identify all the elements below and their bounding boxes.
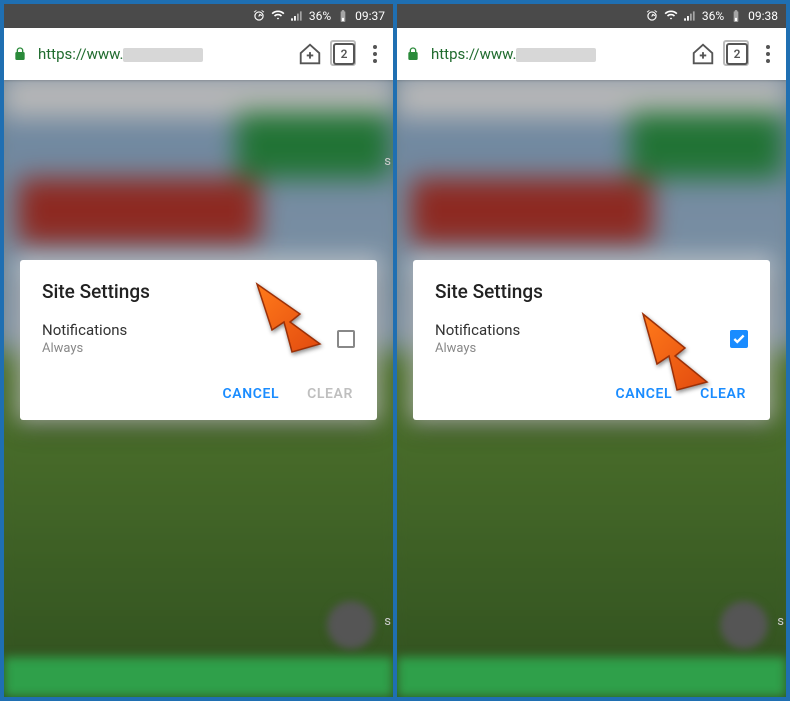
url-bar: https://www. 2 [4,28,393,80]
notifications-checkbox[interactable] [730,330,748,348]
dialog-title: Site Settings [435,280,748,303]
status-clock: 09:37 [355,9,385,23]
clear-button[interactable]: CLEAR [700,386,746,402]
notifications-row[interactable]: Notifications Always [435,321,748,356]
wifi-icon [664,9,678,23]
home-plus-icon[interactable] [297,41,323,67]
lock-icon [12,46,28,62]
signal-icon [683,9,697,23]
lock-icon [405,46,421,62]
fab-blurred [327,601,375,649]
battery-icon [729,9,743,23]
status-bar: 36% 09:37 [4,4,393,28]
notifications-row[interactable]: Notifications Always [42,321,355,356]
status-clock: 09:38 [748,9,778,23]
screenshot-right: s 36% 09:38 https://www. 2 Site Settings… [397,4,786,697]
row-label: Notifications [42,321,127,339]
row-label: Notifications [435,321,520,339]
cancel-button[interactable]: CANCEL [616,386,673,402]
screenshot-left: s s 36% 09:37 https://www. 2 Site Settin… [4,4,393,697]
fab-blurred [720,601,768,649]
menu-dots-icon[interactable] [365,45,385,63]
signal-icon [290,9,304,23]
tab-count[interactable]: 2 [726,43,748,65]
battery-percent: 36% [702,9,724,23]
home-plus-icon[interactable] [690,41,716,67]
notifications-checkbox[interactable] [337,330,355,348]
dialog-title: Site Settings [42,280,355,303]
menu-dots-icon[interactable] [758,45,778,63]
wifi-icon [271,9,285,23]
row-sublabel: Always [42,341,127,356]
site-settings-dialog: Site Settings Notifications Always CANCE… [20,260,377,420]
clear-button[interactable]: CLEAR [307,386,353,402]
row-sublabel: Always [435,341,520,356]
tab-count[interactable]: 2 [333,43,355,65]
url-text[interactable]: https://www. [38,45,287,63]
battery-percent: 36% [309,9,331,23]
battery-icon [336,9,350,23]
alarm-icon [252,9,266,23]
url-bar: https://www. 2 [397,28,786,80]
url-text[interactable]: https://www. [431,45,680,63]
alarm-icon [645,9,659,23]
cancel-button[interactable]: CANCEL [223,386,280,402]
status-bar: 36% 09:38 [397,4,786,28]
site-settings-dialog: Site Settings Notifications Always CANCE… [413,260,770,420]
